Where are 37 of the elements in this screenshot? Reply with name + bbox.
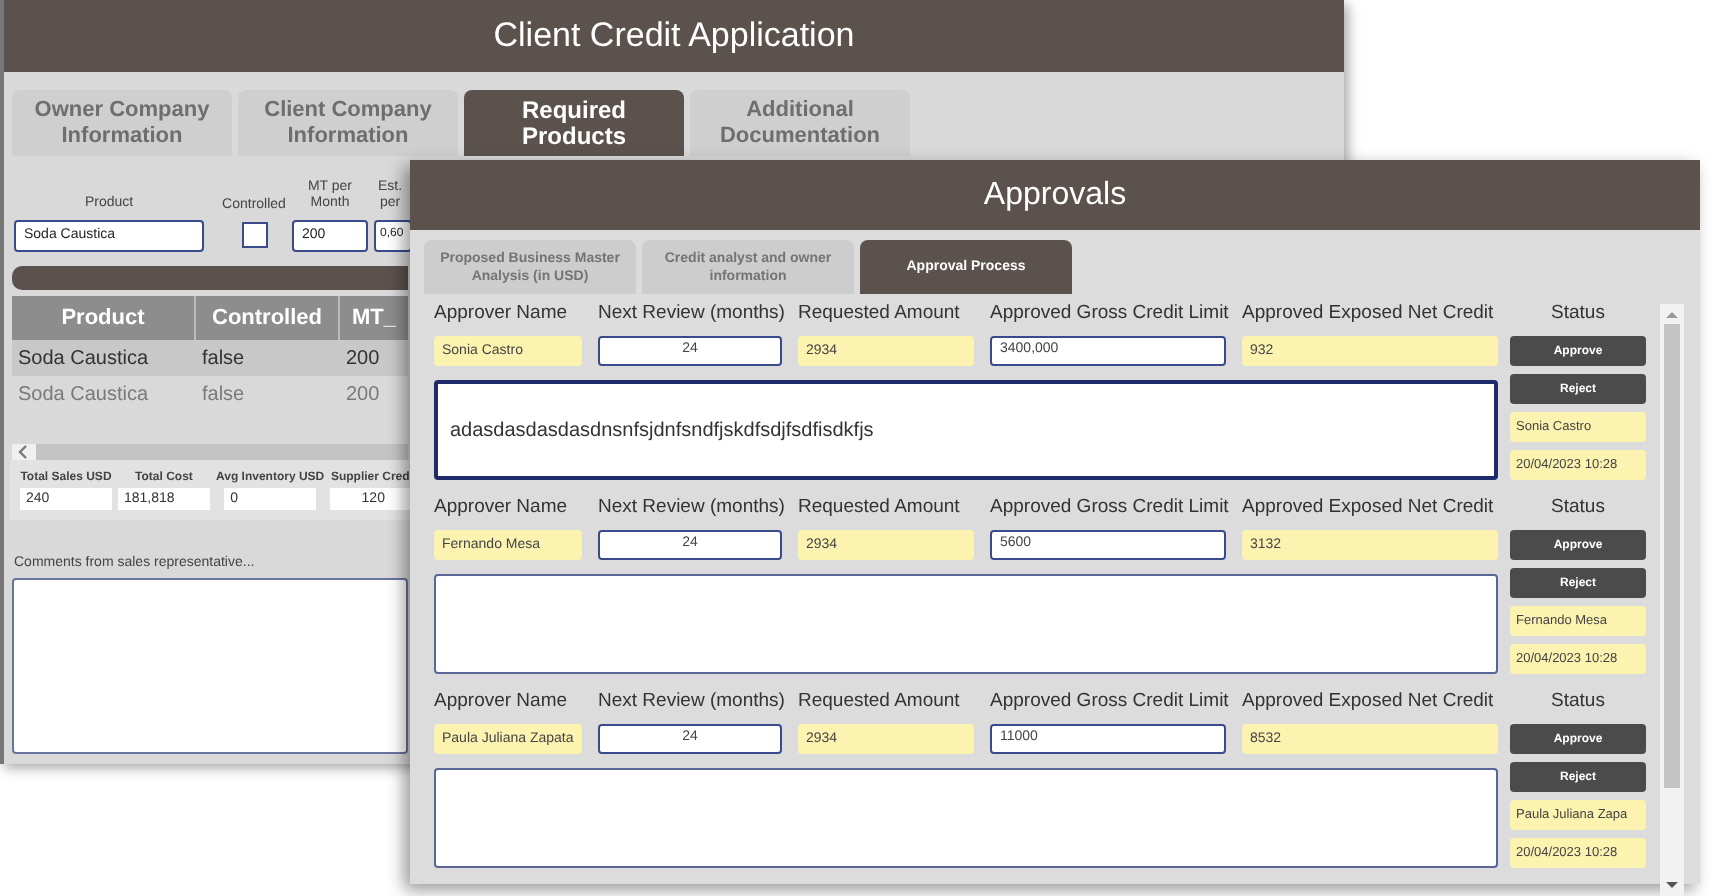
- table-cell-text: 200: [344, 347, 382, 369]
- column-label: Next Review (months): [598, 300, 782, 328]
- column-label: Approved Exposed Net Credit: [1242, 688, 1496, 716]
- column-label: Approved Gross Credit Limit: [990, 494, 1226, 522]
- column-label: Next Review (months): [598, 494, 782, 522]
- column-label: Approver Name: [434, 494, 570, 522]
- window-title: Client Credit Application: [4, 0, 1344, 72]
- table-cell-text: false: [200, 347, 247, 369]
- scroll-left-icon[interactable]: [18, 444, 30, 460]
- column-label: Requested Amount: [798, 300, 962, 328]
- column-label: Requested Amount: [798, 688, 962, 716]
- column-label: Approved Gross Credit Limit: [990, 300, 1226, 328]
- table-cell-text: Soda Caustica: [16, 383, 151, 405]
- comment-field[interactable]: [434, 768, 1498, 868]
- column-label: Next Review (months): [598, 688, 782, 716]
- table-cell-text: false: [200, 383, 247, 405]
- table-cell-text: Soda Caustica: [16, 347, 151, 369]
- table-row[interactable]: Soda Caustica false 200: [12, 340, 408, 376]
- column-label: Approved Gross Credit Limit: [990, 688, 1226, 716]
- column-label: Approved Exposed Net Credit: [1242, 494, 1496, 522]
- table-cell-text: 200: [344, 383, 382, 405]
- column-label: Status: [1549, 494, 1607, 522]
- column-label: Approver Name: [434, 688, 570, 716]
- tab[interactable]: Required Products: [464, 90, 684, 156]
- comments-field[interactable]: [12, 578, 408, 754]
- checkbox[interactable]: [241, 222, 267, 248]
- comment-field[interactable]: adasdasdasdasdnsnfsjdnfsndfjskdfsdjfsdfisdkfjs: [434, 380, 1498, 480]
- column-label: Approved Exposed Net Credit: [1242, 300, 1496, 328]
- column-header: MT_: [350, 304, 398, 334]
- window-title: Approvals: [410, 160, 1700, 230]
- horizontal-scrollbar[interactable]: [12, 444, 408, 460]
- column-label: Approver Name: [434, 300, 570, 328]
- comment-field[interactable]: [434, 574, 1498, 674]
- column-label: Status: [1549, 300, 1607, 328]
- vertical-scrollbar[interactable]: [1660, 304, 1684, 896]
- column-label: Status: [1549, 688, 1607, 716]
- column-label: Requested Amount: [798, 494, 962, 522]
